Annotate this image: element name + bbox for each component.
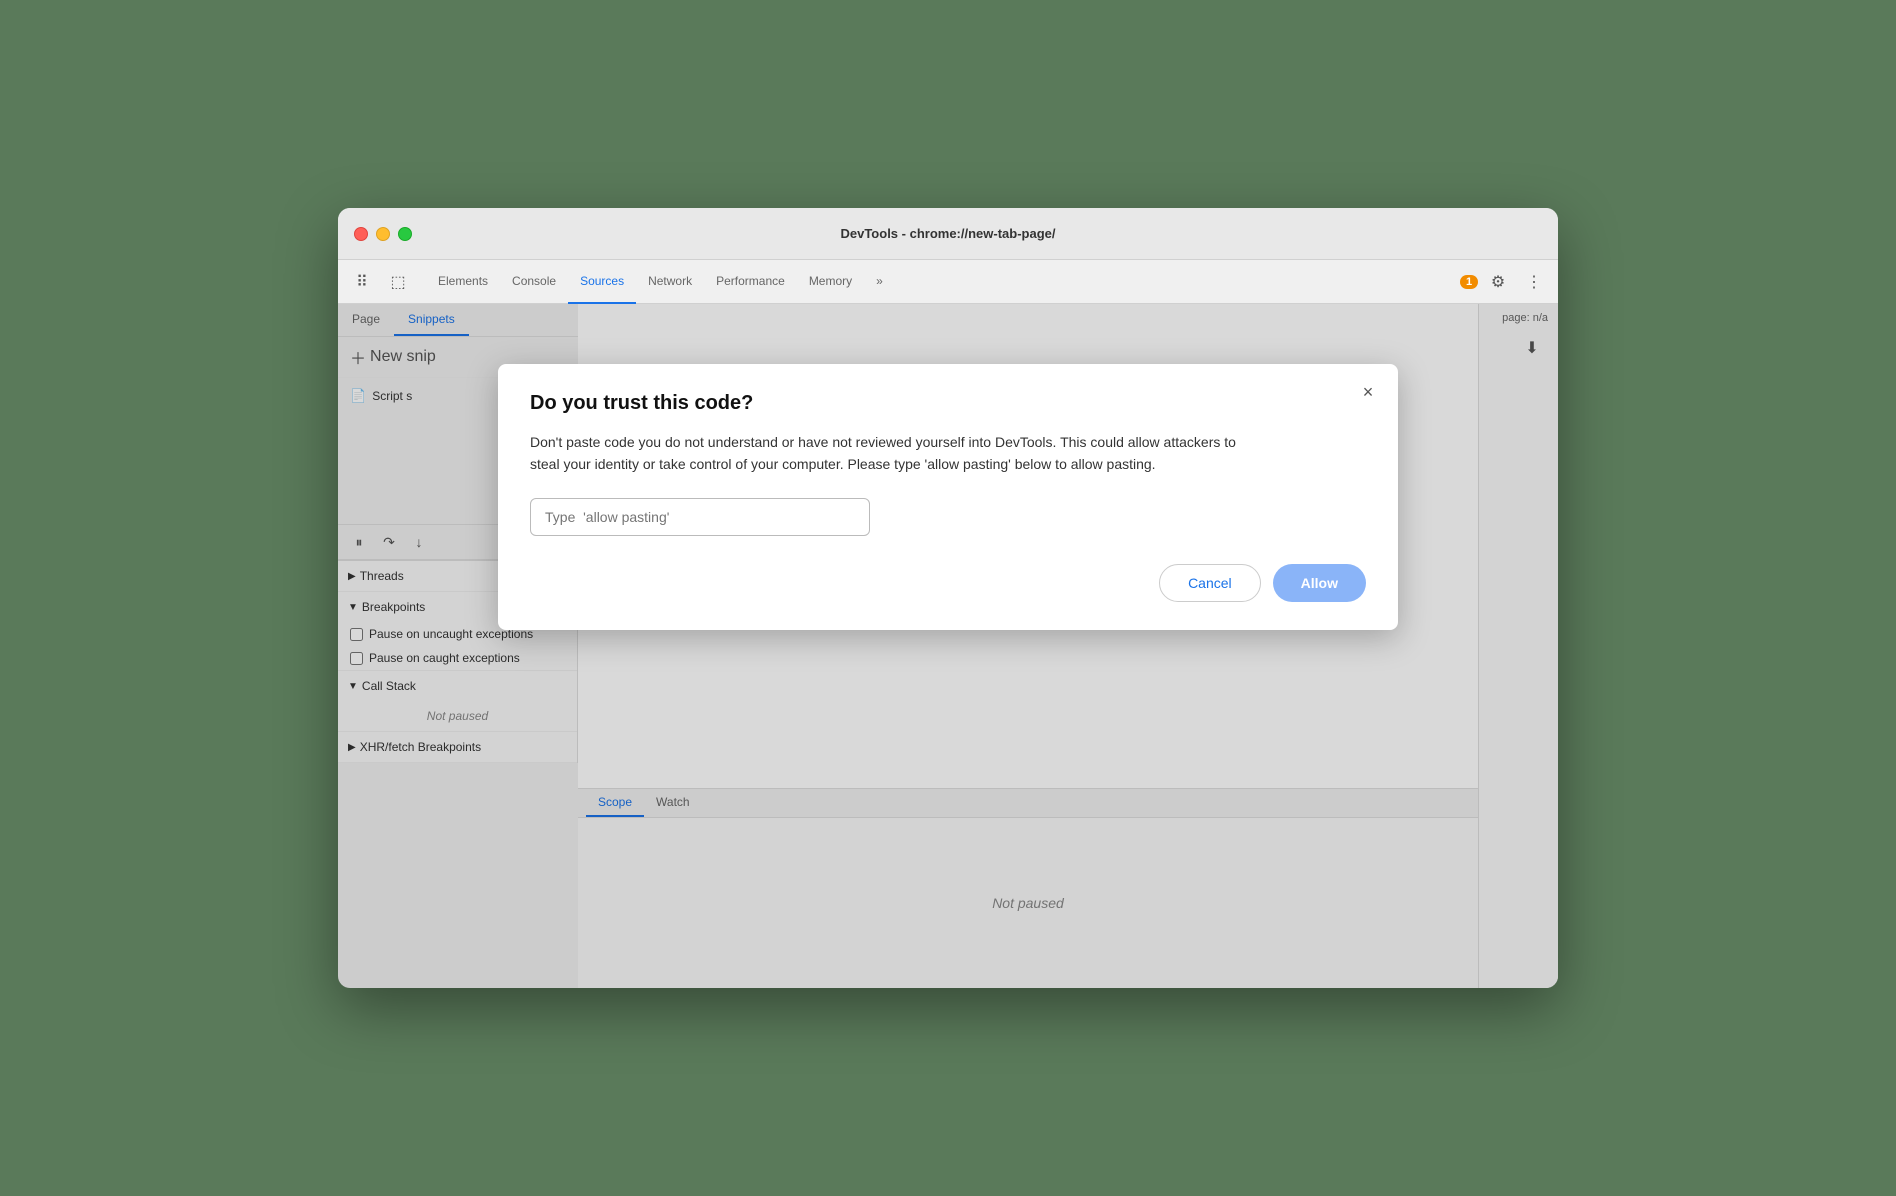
allow-button[interactable]: Allow	[1273, 564, 1366, 602]
minimize-button[interactable]	[376, 227, 390, 241]
device-icon: ⬚	[390, 272, 405, 292]
settings-icon: ⚙	[1491, 272, 1505, 292]
device-tool-button[interactable]: ⬚	[382, 266, 414, 298]
tab-performance[interactable]: Performance	[704, 260, 797, 304]
browser-window: DevTools - chrome://new-tab-page/ ⠿ ⬚ El…	[338, 208, 1558, 988]
tab-console[interactable]: Console	[500, 260, 568, 304]
tab-elements[interactable]: Elements	[426, 260, 500, 304]
dialog-actions: Cancel Allow	[530, 564, 1366, 602]
tab-network[interactable]: Network	[636, 260, 704, 304]
allow-pasting-input[interactable]	[530, 498, 870, 536]
settings-button[interactable]: ⚙	[1482, 266, 1514, 298]
trust-dialog: × Do you trust this code? Don't paste co…	[498, 364, 1398, 630]
dialog-title: Do you trust this code?	[530, 392, 1366, 415]
tab-memory[interactable]: Memory	[797, 260, 864, 304]
devtools-body: Page Snippets ＋ New snip 📄 Script s	[338, 304, 1558, 988]
titlebar: DevTools - chrome://new-tab-page/	[338, 208, 1558, 260]
more-icon: ⋮	[1526, 272, 1542, 292]
dialog-body: Don't paste code you do not understand o…	[530, 431, 1250, 476]
dialog-overlay: × Do you trust this code? Don't paste co…	[338, 304, 1558, 988]
tab-sources[interactable]: Sources	[568, 260, 636, 304]
devtools-toolbar: ⠿ ⬚ Elements Console Sources Network Per…	[338, 260, 1558, 304]
close-icon: ×	[1363, 382, 1374, 403]
dialog-close-button[interactable]: ×	[1354, 378, 1382, 406]
close-button[interactable]	[354, 227, 368, 241]
cursor-icon: ⠿	[356, 272, 368, 292]
cursor-tool-button[interactable]: ⠿	[346, 266, 378, 298]
tab-more[interactable]: »	[864, 260, 895, 304]
devtools-tabs: Elements Console Sources Network Perform…	[426, 260, 1456, 304]
more-options-button[interactable]: ⋮	[1518, 266, 1550, 298]
window-title: DevTools - chrome://new-tab-page/	[840, 226, 1055, 241]
window-controls	[354, 227, 412, 241]
cancel-button[interactable]: Cancel	[1159, 564, 1261, 602]
maximize-button[interactable]	[398, 227, 412, 241]
toolbar-right: 1 ⚙ ⋮	[1460, 266, 1550, 298]
error-badge: 1	[1460, 275, 1478, 289]
